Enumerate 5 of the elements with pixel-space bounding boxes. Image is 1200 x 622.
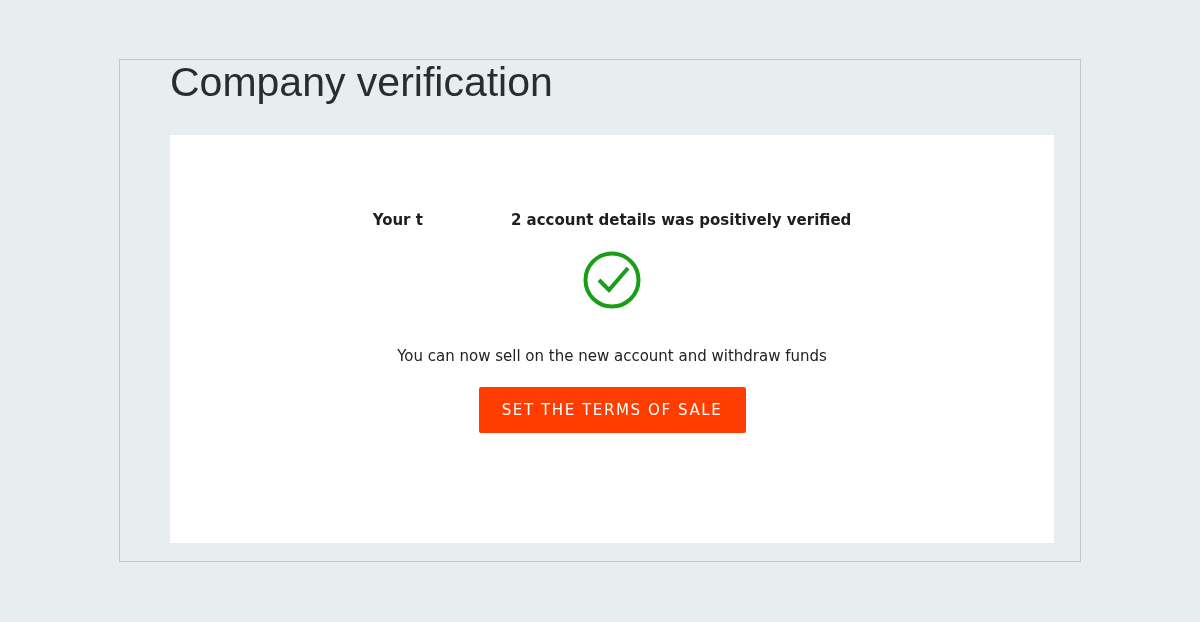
terms-of-sale-button[interactable]: SET THE TERMS OF SALE: [478, 387, 746, 433]
verification-heading: Your t: [372, 211, 423, 229]
verification-message: You can now sell on the new account and withdraw funds: [397, 347, 827, 365]
page-title: Company verification: [170, 60, 553, 107]
verification-heading: 2 account details was positively verified: [510, 211, 852, 229]
